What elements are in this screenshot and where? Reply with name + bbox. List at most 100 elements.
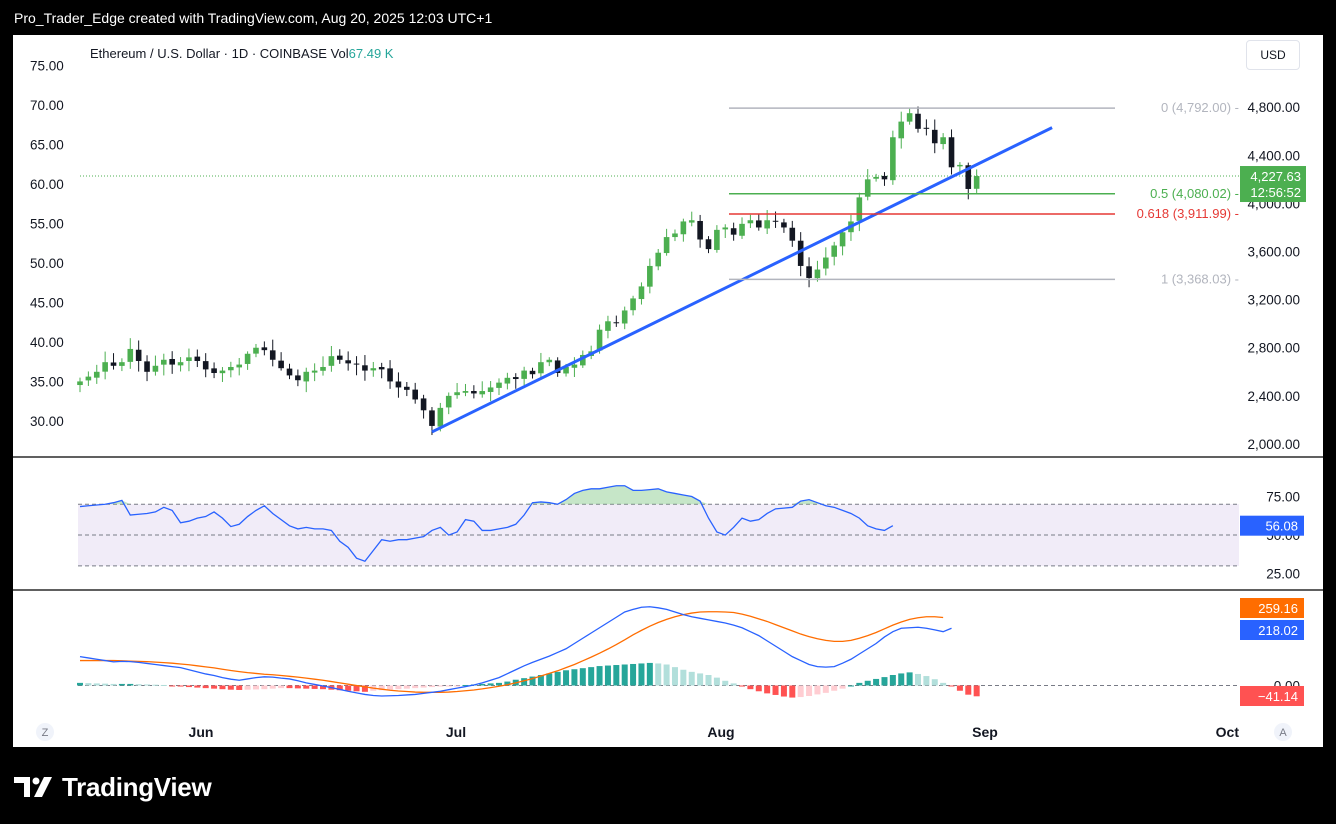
macd-histogram-bar	[621, 664, 628, 686]
candle-body	[169, 358, 175, 365]
macd-histogram-bar	[764, 685, 771, 694]
macd-histogram-bar	[889, 675, 896, 686]
chart-canvas[interactable]: 0 (4,792.00) - 0.5 (4,080.02) - 0.618 (3,9…	[13, 35, 1323, 747]
candle-body	[931, 129, 938, 144]
macd-histogram-bar	[839, 685, 846, 689]
macd-histogram-bar	[881, 677, 888, 686]
chart-legend[interactable]: Ethereum / U.S. Dollar · 1D · COINBASE V…	[90, 46, 393, 61]
macd-histogram-bar	[261, 685, 268, 690]
candle-body	[571, 364, 578, 368]
candle-body	[353, 363, 360, 365]
candle-body	[135, 349, 142, 361]
signal-value-label: 259.16	[1258, 601, 1298, 616]
candle-body	[186, 357, 192, 361]
candle-body	[781, 222, 787, 228]
legend-vol-label: Vol	[330, 46, 349, 61]
candle-body	[85, 376, 92, 381]
macd-histogram-bar	[185, 685, 192, 688]
brand: TradingView	[14, 770, 212, 804]
macd-histogram-bar	[387, 685, 394, 690]
macd-histogram-bar	[680, 669, 687, 686]
macd-histogram-bar	[780, 685, 787, 697]
hist-value-label: −41.14	[1258, 689, 1298, 704]
time-axis-tick: Sep	[972, 724, 998, 740]
candle-body	[873, 176, 879, 179]
candle-body	[236, 364, 243, 368]
candle-body	[831, 245, 837, 257]
candle-body	[311, 370, 318, 373]
candle-body	[697, 220, 703, 240]
price-axis-tick: 2,000.00	[1247, 437, 1300, 452]
macd-histogram-bar	[705, 675, 712, 686]
candle-body	[462, 391, 469, 393]
macd-histogram-bar	[630, 663, 637, 686]
macd-histogram-bar	[747, 685, 754, 690]
macd-histogram-bar	[278, 685, 285, 689]
macd-histogram-bar	[873, 678, 880, 686]
candle-body	[898, 121, 905, 139]
macd-histogram-bar	[923, 676, 930, 686]
candle-body	[211, 368, 217, 374]
candle-body	[973, 176, 980, 189]
macd-histogram-bar	[956, 685, 963, 691]
left-scale-tick: 40.00	[30, 335, 64, 350]
candle-body	[512, 377, 519, 380]
candle-body	[747, 220, 754, 224]
candle-body	[906, 113, 913, 122]
candle-body	[856, 197, 863, 221]
chart-frame[interactable]: 0 (4,792.00) - 0.5 (4,080.02) - 0.618 (3,9…	[13, 35, 1323, 747]
candle-body	[119, 362, 125, 366]
brand-name: TradingView	[62, 771, 212, 802]
macd-histogram-bar	[973, 685, 980, 697]
macd-histogram-bar	[311, 685, 318, 689]
macd-histogram-bar	[688, 671, 695, 686]
currency-button[interactable]: USD	[1246, 40, 1300, 70]
fib-level-label: 0.618 (3,911.99) -	[1137, 206, 1239, 221]
macd-histogram-bar	[244, 685, 251, 690]
macd-histogram-bar	[915, 673, 921, 686]
time-axis-tick: Oct	[1216, 724, 1240, 740]
macd-histogram-bar	[571, 669, 578, 686]
macd-histogram-bar	[403, 685, 410, 689]
macd-histogram-bar	[638, 663, 645, 686]
macd-histogram-bar	[663, 664, 670, 686]
candle-body	[429, 410, 435, 426]
macd-histogram-bar	[487, 683, 494, 686]
macd-pane[interactable]	[77, 606, 1239, 698]
legend-symbol: Ethereum / U.S. Dollar · 1D · COINBASE	[90, 46, 327, 61]
price-pane[interactable]: 0 (4,792.00) - 0.5 (4,080.02) - 0.618 (3,9…	[77, 100, 1239, 436]
candle-body	[630, 298, 636, 311]
macd-histogram-bar	[646, 662, 653, 686]
candle-body	[295, 375, 301, 381]
candle-body	[655, 252, 662, 267]
macd-histogram-bar	[202, 685, 209, 689]
macd-histogram-bar	[496, 682, 502, 686]
rsi-axis-tick: 25.00	[1266, 567, 1300, 582]
macd-histogram-bar	[110, 683, 117, 686]
candle-body	[730, 228, 737, 235]
legend-vol-value: 67.49 K	[348, 46, 394, 61]
candle-body	[102, 362, 108, 372]
candle-body	[471, 391, 477, 394]
macd-histogram-bar	[102, 683, 109, 686]
macd-histogram-bar	[169, 685, 176, 687]
countdown-label: 12:56:52	[1250, 185, 1301, 200]
left-scale-tick: 35.00	[30, 375, 64, 390]
rsi-value-label: 56.08	[1265, 519, 1298, 534]
macd-signal-line	[80, 611, 944, 693]
macd-histogram-bar	[739, 685, 746, 687]
macd-histogram-bar	[546, 673, 553, 686]
time-axis-tick: Aug	[707, 724, 734, 740]
candle-body	[454, 392, 460, 396]
macd-histogram-bar	[856, 682, 863, 686]
candle-body	[320, 366, 326, 371]
candle-body	[647, 265, 653, 287]
candle-body	[772, 220, 779, 222]
macd-histogram-bar	[579, 668, 586, 686]
macd-histogram-bar	[965, 685, 972, 695]
candle-body	[915, 113, 921, 129]
candle-body	[404, 386, 410, 390]
macd-value-label: 218.02	[1258, 623, 1298, 638]
rsi-pane[interactable]	[78, 485, 1239, 567]
macd-histogram-bar	[554, 671, 561, 686]
